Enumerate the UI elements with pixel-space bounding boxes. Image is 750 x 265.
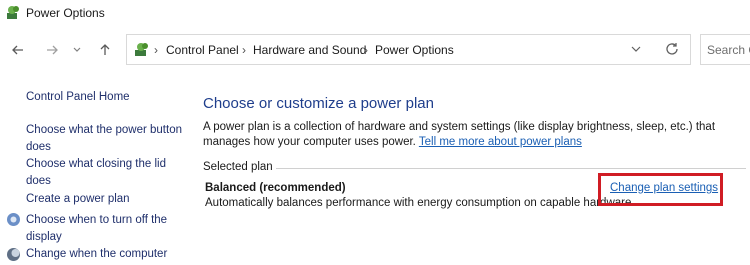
up-arrow-icon[interactable] bbox=[95, 40, 115, 60]
recent-chevron-icon[interactable] bbox=[67, 40, 87, 60]
link-line: Choose what closing the lid bbox=[26, 158, 166, 170]
breadcrumb-hardware-and-sound[interactable]: Hardware and Sound bbox=[253, 43, 366, 57]
link-line: Choose when to turn off the bbox=[26, 214, 168, 226]
link-line: Choose what the power button bbox=[26, 124, 182, 136]
power-button-link[interactable]: Choose what the power button does bbox=[26, 122, 186, 155]
plan-name: Balanced (recommended) bbox=[205, 182, 346, 194]
display-shield-icon bbox=[7, 213, 20, 226]
control-panel-home-link[interactable]: Control Panel Home bbox=[26, 89, 186, 106]
plan-summary: Automatically balances performance with … bbox=[205, 197, 635, 209]
refresh-icon[interactable] bbox=[664, 41, 680, 57]
search-placeholder: Search C bbox=[707, 43, 750, 57]
computer-sleep-link[interactable]: Change when the computer bbox=[26, 246, 186, 263]
sleep-moon-icon bbox=[7, 248, 20, 261]
breadcrumb-separator-icon: › bbox=[242, 43, 246, 57]
selected-plan-label: Selected plan bbox=[203, 161, 273, 173]
control-panel-icon bbox=[135, 43, 148, 56]
turn-off-display-link[interactable]: Choose when to turn off the display bbox=[26, 212, 186, 245]
create-power-plan-link[interactable]: Create a power plan bbox=[26, 191, 186, 208]
section-divider bbox=[276, 168, 746, 169]
link-line: Create a power plan bbox=[26, 193, 130, 205]
address-dropdown-icon[interactable] bbox=[629, 42, 643, 56]
breadcrumb-control-panel[interactable]: Control Panel bbox=[166, 43, 239, 57]
closing-lid-link[interactable]: Choose what closing the lid does bbox=[26, 156, 186, 189]
breadcrumb-separator-icon: › bbox=[364, 43, 368, 57]
title-bar bbox=[0, 0, 750, 26]
forward-arrow-icon[interactable] bbox=[42, 40, 62, 60]
page-title: Choose or customize a power plan bbox=[203, 95, 434, 112]
breadcrumb-power-options[interactable]: Power Options bbox=[375, 43, 454, 57]
back-arrow-icon[interactable] bbox=[8, 40, 28, 60]
learn-more-link[interactable]: Tell me more about power plans bbox=[419, 136, 582, 148]
highlight-box bbox=[598, 173, 723, 206]
plan-description-text: A power plan is a collection of hardware… bbox=[203, 120, 733, 150]
link-line: display bbox=[26, 230, 62, 243]
breadcrumb-separator-icon: › bbox=[154, 43, 158, 57]
link-line: does bbox=[26, 174, 51, 187]
power-options-icon bbox=[7, 6, 19, 19]
link-line: Change when the computer bbox=[26, 248, 168, 260]
window-title: Power Options bbox=[26, 6, 105, 20]
link-line: does bbox=[26, 140, 51, 153]
